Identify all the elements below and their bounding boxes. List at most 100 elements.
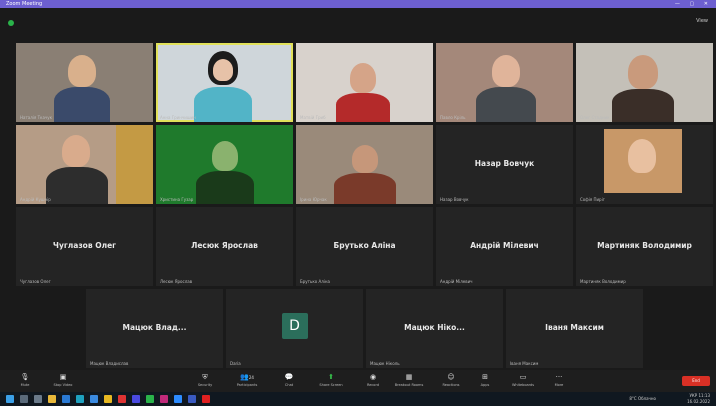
- participant-name: Іваня Максим: [510, 361, 539, 366]
- participant-tile[interactable]: Назар Вовчук Назар Вовчук: [436, 125, 573, 204]
- mail-icon[interactable]: [90, 395, 98, 403]
- participant-name: Мацюк Владислав: [90, 361, 129, 366]
- participant-display-name: Лесюк Ярослав: [191, 241, 258, 250]
- video-tile[interactable]: Христина Гузар: [156, 125, 293, 204]
- participant-video: [628, 55, 658, 89]
- participant-tile[interactable]: D Daria: [226, 289, 363, 368]
- share-screen-button[interactable]: ⬆ Share Screen: [316, 373, 346, 390]
- participant-tile[interactable]: Мартиняк Володимир Мартиняк Володимир: [576, 207, 713, 286]
- share-screen-icon: ⬆: [328, 373, 334, 381]
- app-icon[interactable]: [132, 395, 140, 403]
- participant-name: Софія Пиріг: [580, 197, 605, 202]
- more-dots-icon: ···: [555, 373, 563, 381]
- microphone-icon: 🎙: [20, 373, 30, 381]
- participant-body: [334, 173, 396, 204]
- participant-display-name: Чуглазов Олег: [52, 241, 117, 250]
- participant-video: [212, 141, 238, 171]
- whiteboards-button[interactable]: ▭ Whiteboards: [508, 373, 538, 390]
- background-door: [116, 125, 153, 204]
- participant-body: [54, 87, 110, 122]
- participant-avatar: D: [281, 313, 308, 339]
- participant-display-name: Іваня Максим: [545, 323, 604, 332]
- whiteboard-icon: ▭: [519, 373, 527, 381]
- participant-display-name: Мартиняк Володимир: [597, 241, 692, 250]
- participant-tile[interactable]: Мацюк Влад... Мацюк Владислав: [86, 289, 223, 368]
- participant-body: [612, 89, 674, 122]
- youtube-icon[interactable]: [202, 395, 210, 403]
- meeting-gallery: View Наталія Ткачук Анна Гринчишин Матві…: [0, 8, 716, 370]
- mute-button[interactable]: 🎙 Mute: [10, 373, 40, 390]
- video-tile[interactable]: Павло Кріль: [436, 43, 573, 122]
- record-button[interactable]: ◉ Record: [358, 373, 388, 390]
- video-tile-active-speaker[interactable]: Анна Гринчишин: [156, 43, 293, 122]
- browser-icon[interactable]: [62, 395, 70, 403]
- meeting-toolbar: 🎙 Mute ▣ Stop Video ⛨ Security 👥24 Parti…: [0, 370, 716, 392]
- apps-icon: ⊞: [482, 373, 488, 381]
- participant-tile[interactable]: Чуглазов Олег Чуглазов Олег: [16, 207, 153, 286]
- store-icon[interactable]: [104, 395, 112, 403]
- weather-widget[interactable]: 8°C Облачно: [629, 396, 656, 401]
- participant-name: Лесюк Ярослав: [160, 279, 193, 284]
- participant-tile[interactable]: Іваня Максим Іваня Максим: [506, 289, 643, 368]
- video-tile[interactable]: Андрій Кушнір: [16, 125, 153, 204]
- participant-name: Чуглазов Олег: [20, 279, 51, 284]
- app-icon[interactable]: [160, 395, 168, 403]
- participants-label: Participants: [236, 383, 258, 387]
- chat-button[interactable]: 💬 Chat: [274, 373, 304, 390]
- clock-time: 11:13: [698, 393, 710, 398]
- whiteboards-label: Whiteboards: [511, 383, 535, 387]
- participant-name: Павло Кріль: [440, 115, 466, 120]
- participant-video: [350, 63, 376, 93]
- participant-name: Андрій Мілевич: [440, 279, 473, 284]
- stop-video-button[interactable]: ▣ Stop Video: [48, 373, 78, 390]
- windows-taskbar: 8°C Облачно УКР 11:13 16.02.2022: [0, 392, 716, 406]
- video-tile[interactable]: Наталія Ткачук: [16, 43, 153, 122]
- participant-tile[interactable]: Лесюк Ярослав Лесюк Ярослав: [156, 207, 293, 286]
- video-tile[interactable]: Олег Стадник: [576, 43, 713, 122]
- video-camera-icon: ▣: [59, 373, 67, 381]
- participant-name: Христина Гузар: [160, 197, 194, 202]
- shield-icon: ⛨: [202, 373, 208, 381]
- window-controls[interactable]: — ▢ ✕: [675, 0, 712, 8]
- app-icon[interactable]: [188, 395, 196, 403]
- mute-label: Mute: [20, 383, 30, 387]
- system-clock[interactable]: УКР 11:13 16.02.2022: [687, 393, 710, 405]
- participant-tile[interactable]: Андрій Мілевич Андрій Мілевич: [436, 207, 573, 286]
- view-button[interactable]: View: [696, 18, 708, 24]
- breakout-rooms-button[interactable]: ▦ Breakout Rooms: [394, 373, 424, 390]
- windows-start-icon[interactable]: [6, 395, 14, 403]
- participant-tile[interactable]: Мацюк Ніко... Мацюк Ніколь: [366, 289, 503, 368]
- video-tile[interactable]: Софія Пиріг: [576, 125, 713, 204]
- video-tile[interactable]: Матвій Гриб: [296, 43, 433, 122]
- task-view-icon[interactable]: [34, 395, 42, 403]
- end-meeting-button[interactable]: End: [682, 376, 710, 386]
- file-explorer-icon[interactable]: [48, 395, 56, 403]
- apps-button[interactable]: ⊞ Apps: [470, 373, 500, 390]
- participant-name: Мартиняк Володимир: [580, 279, 626, 284]
- security-button[interactable]: ⛨ Security: [190, 373, 220, 390]
- app-icon[interactable]: [118, 395, 126, 403]
- participant-video: [492, 55, 520, 87]
- participant-face: [628, 139, 656, 173]
- apps-label: Apps: [480, 383, 490, 387]
- zoom-taskbar-icon[interactable]: [174, 395, 182, 403]
- participant-body: [476, 87, 536, 122]
- more-button[interactable]: ··· More: [544, 373, 574, 390]
- app-icon[interactable]: [146, 395, 154, 403]
- record-label: Record: [366, 383, 380, 387]
- search-icon[interactable]: [20, 395, 28, 403]
- participant-name: Брутько Аліна: [300, 279, 330, 284]
- language-indicator: УКР: [689, 393, 698, 398]
- edge-icon[interactable]: [76, 395, 84, 403]
- participants-icon: 👥24: [240, 373, 254, 381]
- video-tile[interactable]: Ірина Юрчак: [296, 125, 433, 204]
- participant-tile[interactable]: Брутько Аліна Брутько Аліна: [296, 207, 433, 286]
- participant-name: Наталія Ткачук: [20, 115, 53, 120]
- reactions-button[interactable]: ☺ Reactions: [436, 373, 466, 390]
- participants-button[interactable]: 👥24 Participants: [232, 373, 262, 390]
- participant-display-name: Мацюк Ніко...: [404, 323, 465, 332]
- security-shield-icon[interactable]: [8, 20, 14, 26]
- participant-name: Матвій Гриб: [300, 115, 326, 120]
- chat-label: Chat: [284, 383, 294, 387]
- stop-video-label: Stop Video: [53, 383, 73, 387]
